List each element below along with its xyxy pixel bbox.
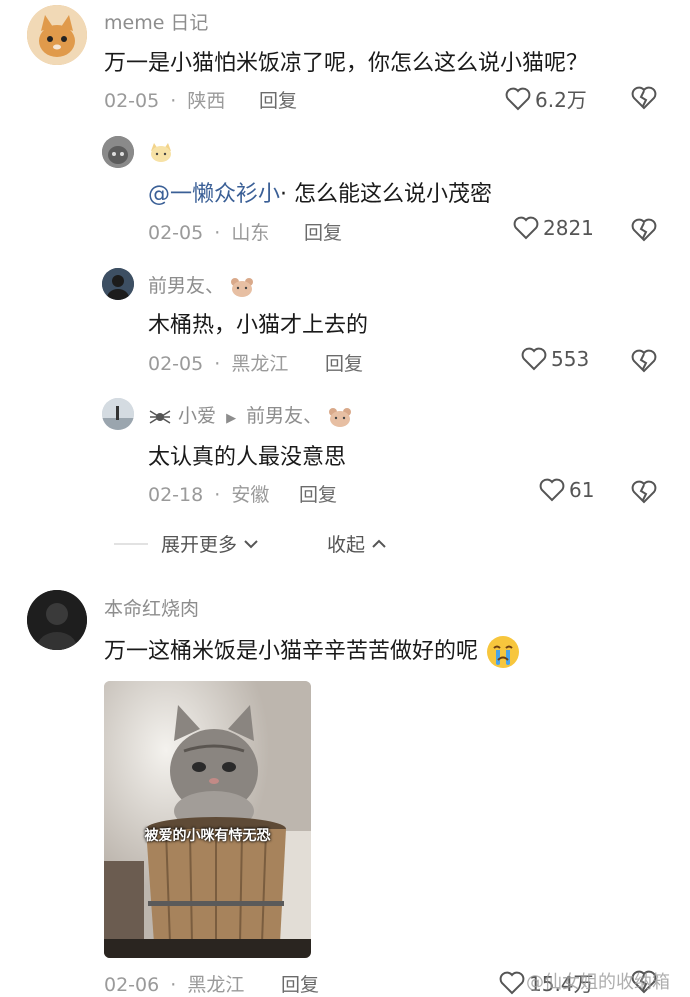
author-name: 前男友、 bbox=[148, 275, 225, 297]
like-count: 6.2万 bbox=[535, 88, 587, 112]
like-button[interactable]: 553 bbox=[521, 347, 589, 371]
chevron-up-icon bbox=[372, 539, 386, 548]
like-count: 61 bbox=[569, 478, 595, 502]
like-count: 2821 bbox=[543, 216, 594, 240]
heart-icon bbox=[513, 216, 539, 240]
reply-button[interactable]: 回复 bbox=[299, 480, 337, 507]
landscape-avatar-icon bbox=[102, 398, 134, 430]
comment-text: 太认真的人最没意思 bbox=[148, 445, 347, 470]
comment-location: 山东 bbox=[231, 222, 270, 244]
separator: · bbox=[214, 353, 221, 375]
reply-target[interactable]: 前男友、 bbox=[246, 405, 322, 427]
like-button[interactable]: 2821 bbox=[513, 216, 594, 240]
image-caption: 被爱的小咪有恃无恐 bbox=[144, 828, 271, 844]
comment-text: 木桶热，小猫才上去的 bbox=[148, 313, 369, 338]
collapse-label: 收起 bbox=[327, 534, 366, 556]
comment-meta: 02-18 · 安徽 bbox=[148, 480, 269, 507]
comment-text: @一懒众衫小· 怎么能这么说小茂密 bbox=[148, 176, 492, 208]
reply-button[interactable]: 回复 bbox=[281, 970, 319, 997]
comment-location: 安徽 bbox=[231, 484, 270, 506]
comment-date: 02-05 bbox=[104, 90, 160, 112]
separator: · bbox=[214, 484, 221, 506]
expand-more-button[interactable]: 展开更多 bbox=[161, 530, 259, 557]
broken-heart-icon[interactable] bbox=[631, 349, 657, 373]
comment-meta: 02-05 · 陕西 bbox=[104, 86, 225, 113]
comment-text: 万一这桶米饭是小猫辛辛苦苦做好的呢 bbox=[104, 633, 521, 670]
comment-author[interactable]: meme 日记 bbox=[104, 8, 208, 35]
comment-author[interactable]: 本命红烧肉 bbox=[104, 594, 199, 621]
expand-more-label: 展开更多 bbox=[161, 534, 238, 556]
cat-in-barrel-photo bbox=[104, 681, 311, 958]
heart-icon bbox=[505, 87, 531, 110]
thread-divider bbox=[114, 543, 148, 545]
separator: · bbox=[214, 222, 221, 244]
broken-heart-icon[interactable] bbox=[631, 86, 657, 110]
chevron-down-icon bbox=[244, 539, 258, 548]
spider-emoji-icon bbox=[149, 409, 171, 424]
comment-date: 02-05 bbox=[148, 222, 204, 244]
comment-author[interactable]: 前男友、 bbox=[148, 271, 254, 298]
reply-button[interactable]: 回复 bbox=[259, 86, 297, 113]
heart-icon bbox=[521, 347, 547, 371]
comment-image[interactable]: 被爱的小咪有恃无恐 bbox=[104, 681, 311, 958]
person-avatar-icon bbox=[102, 268, 134, 300]
comment-date: 02-18 bbox=[148, 484, 204, 506]
separator: · bbox=[170, 90, 177, 112]
bear-emoji-icon bbox=[231, 277, 254, 297]
comment-date: 02-05 bbox=[148, 353, 204, 375]
comment-location: 陕西 bbox=[187, 90, 226, 112]
comment-author[interactable]: 小爱 ▶ 前男友、 bbox=[148, 401, 352, 428]
reply-button[interactable]: 回复 bbox=[304, 218, 342, 245]
mention-link[interactable]: @一懒众衫小 bbox=[148, 182, 280, 207]
cat-avatar-icon bbox=[27, 5, 87, 65]
reply-arrow-icon: ▶ bbox=[226, 411, 237, 426]
comment-body: 万一这桶米饭是小猫辛辛苦苦做好的呢 bbox=[104, 639, 479, 664]
comment-location: 黑龙江 bbox=[187, 974, 245, 996]
comment-text: 万一是小猫怕米饭凉了呢，你怎么这么说小猫呢？ bbox=[104, 51, 589, 76]
like-count: 553 bbox=[551, 347, 590, 371]
broken-heart-icon[interactable] bbox=[631, 480, 657, 504]
comment-body: · 怎么能这么说小茂密 bbox=[280, 182, 493, 207]
person-avatar-icon bbox=[27, 590, 87, 650]
heart-icon bbox=[499, 971, 525, 994]
avatar[interactable] bbox=[102, 268, 134, 300]
comment-location: 黑龙江 bbox=[231, 353, 289, 375]
broken-heart-icon[interactable] bbox=[631, 218, 657, 242]
like-button[interactable]: 6.2万 bbox=[505, 84, 587, 113]
comment-meta: 02-05 · 山东 bbox=[148, 218, 269, 245]
cat-emoji-icon bbox=[151, 143, 171, 162]
crying-face-emoji-icon bbox=[487, 636, 520, 668]
comment-date: 02-06 bbox=[104, 974, 160, 996]
bear-emoji-icon bbox=[329, 407, 352, 427]
avatar[interactable] bbox=[27, 590, 87, 650]
separator: · bbox=[170, 974, 177, 996]
like-button[interactable]: 61 bbox=[539, 478, 594, 502]
avatar[interactable] bbox=[102, 398, 134, 430]
collapse-button[interactable]: 收起 bbox=[327, 530, 387, 557]
avatar[interactable] bbox=[27, 5, 87, 65]
watermark: @仙女姐的收纳箱 bbox=[526, 972, 670, 993]
heart-icon bbox=[539, 478, 565, 502]
reply-button[interactable]: 回复 bbox=[325, 349, 363, 376]
cat-avatar-icon bbox=[102, 136, 134, 168]
author-name: 小爱 bbox=[178, 405, 217, 427]
comment-meta: 02-06 · 黑龙江 bbox=[104, 970, 244, 997]
comment-meta: 02-05 · 黑龙江 bbox=[148, 349, 288, 376]
avatar[interactable] bbox=[102, 136, 134, 168]
